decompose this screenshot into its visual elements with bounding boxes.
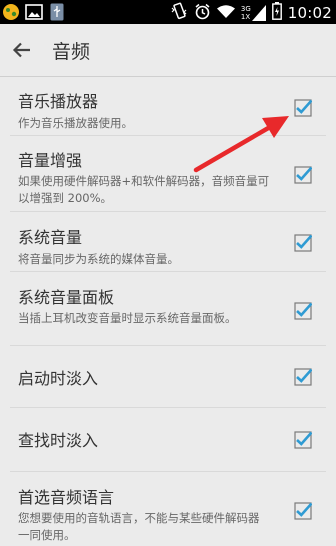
back-arrow-icon[interactable] xyxy=(10,38,34,62)
setting-fade-in-on-seek[interactable]: 查找时淡入 xyxy=(10,408,326,472)
setting-music-player[interactable]: 音乐播放器 作为音乐播放器使用。 xyxy=(10,77,326,136)
setting-summary: 如果使用硬件解码器+和软件解码器，音频音量可以增强到 200%。 xyxy=(18,174,270,205)
checkbox-checked-icon[interactable] xyxy=(294,302,313,320)
checkbox-checked-icon[interactable] xyxy=(294,502,313,520)
setting-fade-in-on-start[interactable]: 启动时淡入 xyxy=(10,346,326,408)
page-title: 音频 xyxy=(52,41,91,63)
setting-label: 音量增强 xyxy=(18,151,83,170)
checkbox-checked-icon[interactable] xyxy=(294,99,313,117)
settings-list: 音乐播放器 作为音乐播放器使用。 音量增强 如果使用硬件解码器+和软件解码器，音… xyxy=(0,77,336,546)
setting-summary: 当插上耳机改变音量时显示系统音量面板。 xyxy=(18,311,237,325)
checkbox-checked-icon[interactable] xyxy=(294,431,313,449)
checkbox-checked-icon[interactable] xyxy=(294,234,313,252)
setting-preferred-audio-language[interactable]: 首选音频语言 您想要使用的音轨语言，不能与某些硬件解码器一同使用。 xyxy=(10,472,326,546)
wifi-icon xyxy=(216,4,235,23)
alarm-icon xyxy=(194,3,211,24)
signal-icon: 3G 1X xyxy=(241,5,266,21)
usb-icon xyxy=(48,3,66,21)
setting-system-volume[interactable]: 系统音量 将音量同步为系统的媒体音量。 xyxy=(10,212,326,272)
checkbox-checked-icon[interactable] xyxy=(294,368,313,386)
setting-label: 启动时淡入 xyxy=(18,369,99,388)
battery-icon xyxy=(271,2,282,24)
network-3g-label: 3G xyxy=(240,5,251,13)
setting-label: 系统音量面板 xyxy=(18,288,115,307)
setting-label: 首选音频语言 xyxy=(18,488,115,507)
setting-summary: 将音量同步为系统的媒体音量。 xyxy=(18,252,179,266)
network-1x-label: 1X xyxy=(240,13,251,21)
status-bar: 3G 1X 10:02 xyxy=(0,0,336,24)
setting-label: 系统音量 xyxy=(18,228,83,247)
notification-app-icon xyxy=(2,3,20,21)
setting-label: 查找时淡入 xyxy=(18,431,99,450)
app-bar: 音频 xyxy=(0,24,336,77)
vibrate-icon xyxy=(170,2,188,24)
setting-system-volume-panel[interactable]: 系统音量面板 当插上耳机改变音量时显示系统音量面板。 xyxy=(10,272,326,346)
setting-summary: 您想要使用的音轨语言，不能与某些硬件解码器一同使用。 xyxy=(18,511,260,542)
status-time: 10:02 xyxy=(287,4,332,22)
setting-volume-boost[interactable]: 音量增强 如果使用硬件解码器+和软件解码器，音频音量可以增强到 200%。 xyxy=(10,136,326,212)
checkbox-checked-icon[interactable] xyxy=(294,166,313,184)
setting-label: 音乐播放器 xyxy=(18,92,99,111)
setting-summary: 作为音乐播放器使用。 xyxy=(18,116,133,130)
image-icon xyxy=(25,3,43,21)
